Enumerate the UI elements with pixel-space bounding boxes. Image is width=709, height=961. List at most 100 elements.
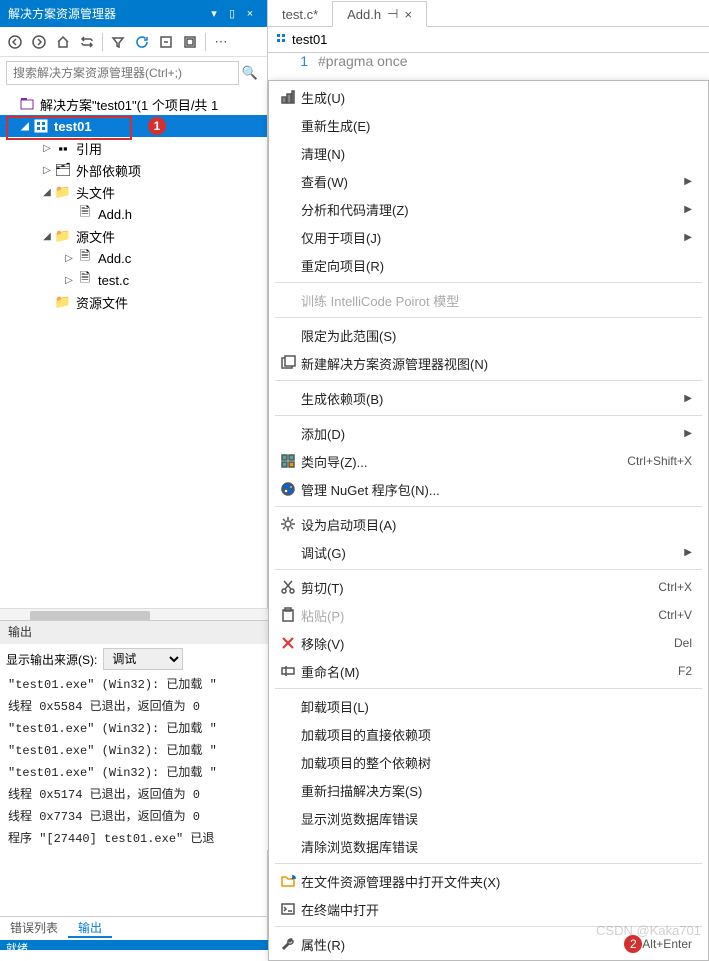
menu-item[interactable]: 仅用于项目(J)▶ xyxy=(269,223,708,251)
code-editor[interactable]: 1 #pragma once xyxy=(268,53,709,69)
submenu-arrow-icon: ▶ xyxy=(684,547,692,558)
editor-tab-addh[interactable]: Add.h ⊣ × xyxy=(332,1,427,27)
menu-item[interactable]: 加载项目的整个依赖树 xyxy=(269,748,708,776)
blank-icon xyxy=(275,255,301,275)
project-node[interactable]: ◢ test01 1 xyxy=(0,115,267,137)
menu-item-label: 剪切(T) xyxy=(301,578,658,597)
add-h-node[interactable]: 🗎Add.h xyxy=(0,203,267,225)
more-button[interactable]: ⋯ xyxy=(210,31,232,53)
solution-root[interactable]: 解决方案"test01"(1 个项目/共 1 xyxy=(0,93,267,115)
collapse-button[interactable] xyxy=(155,31,177,53)
header-files-node[interactable]: ◢📁头文件 xyxy=(0,181,267,203)
output-line: 线程 0x5584 已退出，返回值为 0 xyxy=(0,696,268,718)
menu-item-label: 移除(V) xyxy=(301,634,674,653)
blank-icon xyxy=(275,143,301,163)
menu-item[interactable]: 新建解决方案资源管理器视图(N) xyxy=(269,349,708,377)
tab-output[interactable]: 输出 xyxy=(68,917,112,938)
watermark: CSDN @Kaka701 xyxy=(596,923,701,938)
menu-item[interactable]: 清除浏览数据库错误 xyxy=(269,832,708,860)
filter-button[interactable] xyxy=(107,31,129,53)
back-button[interactable] xyxy=(4,31,26,53)
external-deps-node[interactable]: ▷🗂外部依赖项 xyxy=(0,159,267,181)
chevron-down-icon: ◢ xyxy=(18,121,32,132)
sync-button[interactable] xyxy=(76,31,98,53)
show-all-button[interactable] xyxy=(179,31,201,53)
build-icon xyxy=(275,87,301,107)
menu-item-label: 类向导(Z)... xyxy=(301,452,627,471)
chevron-right-icon: ▷ xyxy=(62,275,76,286)
menu-item[interactable]: 在终端中打开 xyxy=(269,895,708,923)
menu-item[interactable]: 加载项目的直接依赖项 xyxy=(269,720,708,748)
close-icon[interactable]: × xyxy=(404,7,412,22)
folder-icon: 📁 xyxy=(54,294,72,310)
blank-icon xyxy=(275,388,301,408)
menu-item[interactable]: 调试(G)▶ xyxy=(269,538,708,566)
home-button[interactable] xyxy=(52,31,74,53)
pin-icon[interactable]: ▯ xyxy=(223,7,241,20)
solution-explorer-toolbar: ⋯ xyxy=(0,27,267,57)
references-node[interactable]: ▷▪▪引用 xyxy=(0,137,267,159)
tab-error-list[interactable]: 错误列表 xyxy=(0,917,68,938)
menu-item-label: 查看(W) xyxy=(301,172,678,191)
menu-shortcut: Ctrl+Shift+X xyxy=(627,454,692,468)
remove-icon xyxy=(275,633,301,653)
menu-item[interactable]: 生成依赖项(B)▶ xyxy=(269,384,708,412)
editor-nav-bar[interactable]: test01 xyxy=(268,27,709,53)
output-source-select[interactable]: 调试 xyxy=(103,648,183,670)
menu-item[interactable]: 剪切(T)Ctrl+X xyxy=(269,573,708,601)
test-c-node[interactable]: ▷🗎test.c xyxy=(0,269,267,291)
menu-item-label: 重定向项目(R) xyxy=(301,256,692,275)
menu-item[interactable]: 移除(V)Del xyxy=(269,629,708,657)
dropdown-icon[interactable]: ▾ xyxy=(205,7,223,20)
resource-files-node[interactable]: 📁资源文件 xyxy=(0,291,267,313)
output-line: "test01.exe" (Win32): 已加载 " xyxy=(0,762,268,784)
menu-item[interactable]: 限定为此范围(S) xyxy=(269,321,708,349)
menu-item[interactable]: 卸载项目(L) xyxy=(269,692,708,720)
code-line: #pragma once xyxy=(318,53,408,69)
folder-icon xyxy=(275,871,301,891)
refresh-button[interactable] xyxy=(131,31,153,53)
menu-separator xyxy=(275,317,702,318)
add-c-label: Add.c xyxy=(98,251,131,266)
menu-item[interactable]: 查看(W)▶ xyxy=(269,167,708,195)
tab-label: Add.h xyxy=(347,7,381,22)
menu-item-label: 限定为此范围(S) xyxy=(301,326,692,345)
newview-icon xyxy=(275,353,301,373)
forward-button[interactable] xyxy=(28,31,50,53)
menu-item[interactable]: 重新扫描解决方案(S) xyxy=(269,776,708,804)
menu-item-label: 在终端中打开 xyxy=(301,900,692,919)
menu-item[interactable]: 重新生成(E) xyxy=(269,111,708,139)
menu-item[interactable]: 分析和代码清理(Z)▶ xyxy=(269,195,708,223)
blank-icon xyxy=(275,780,301,800)
annotation-badge-1: 1 xyxy=(148,117,166,135)
menu-shortcut: F2 xyxy=(678,664,692,678)
search-icon[interactable]: 🔍 xyxy=(239,65,261,81)
menu-item-label: 新建解决方案资源管理器视图(N) xyxy=(301,354,692,373)
menu-item[interactable]: 添加(D)▶ xyxy=(269,419,708,447)
editor-area: test.c* Add.h ⊣ × test01 1 #pragma once xyxy=(268,0,709,69)
pin-icon[interactable]: ⊣ xyxy=(387,6,398,22)
menu-item[interactable]: 管理 NuGet 程序包(N)... xyxy=(269,475,708,503)
close-icon[interactable]: × xyxy=(241,8,259,20)
source-files-node[interactable]: ◢📁源文件 xyxy=(0,225,267,247)
menu-item[interactable]: 类向导(Z)...Ctrl+Shift+X xyxy=(269,447,708,475)
menu-item[interactable]: 清理(N) xyxy=(269,139,708,167)
blank-icon xyxy=(275,696,301,716)
blank-icon xyxy=(275,325,301,345)
menu-item[interactable]: 重命名(M)F2 xyxy=(269,657,708,685)
menu-shortcut: Ctrl+V xyxy=(658,608,692,622)
test-c-label: test.c xyxy=(98,273,129,288)
menu-item-label: 在文件资源管理器中打开文件夹(X) xyxy=(301,872,692,891)
menu-item[interactable]: 设为启动项目(A) xyxy=(269,510,708,538)
output-header: 输出 xyxy=(0,621,268,644)
editor-tab-testc[interactable]: test.c* xyxy=(268,3,332,26)
add-c-node[interactable]: ▷🗎Add.c xyxy=(0,247,267,269)
menu-item[interactable]: 重定向项目(R) xyxy=(269,251,708,279)
menu-shortcut: Ctrl+X xyxy=(658,580,692,594)
menu-item-label: 加载项目的整个依赖树 xyxy=(301,753,692,772)
menu-item[interactable]: 显示浏览数据库错误 xyxy=(269,804,708,832)
menu-item[interactable]: 在文件资源管理器中打开文件夹(X) xyxy=(269,867,708,895)
solution-search-input[interactable] xyxy=(6,61,239,85)
menu-separator xyxy=(275,506,702,507)
menu-item[interactable]: 生成(U) xyxy=(269,83,708,111)
